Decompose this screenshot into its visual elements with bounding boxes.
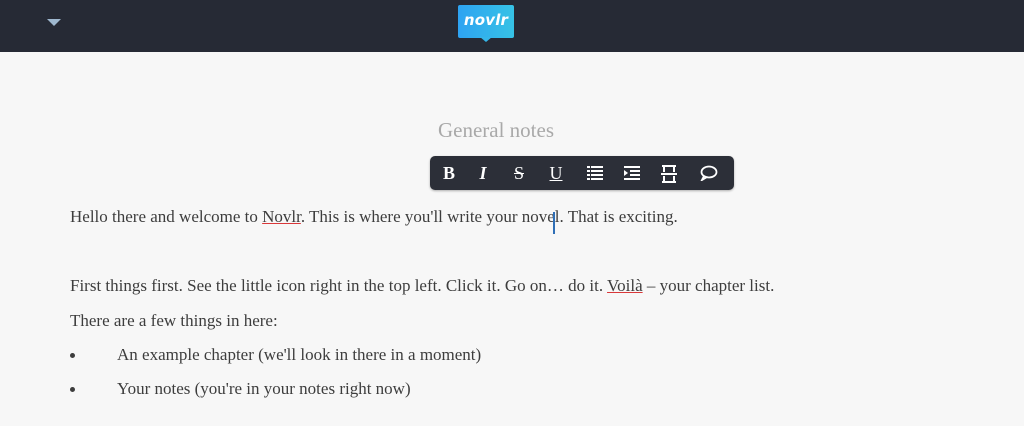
indent-button[interactable] [616, 156, 648, 190]
top-bar: novlr [0, 0, 1024, 52]
bold-icon: B [442, 163, 455, 183]
indent-icon [624, 166, 640, 180]
comment-icon [700, 165, 718, 181]
strikethrough-icon: S [513, 163, 524, 183]
chevron-down-icon[interactable] [46, 18, 62, 28]
voila-word: Voilà [607, 276, 643, 295]
strikethrough-button[interactable]: S [503, 156, 535, 190]
bold-button[interactable]: B [433, 156, 465, 190]
paragraph-first-things: First things first. See the little icon … [70, 276, 774, 296]
bullet-dot [70, 387, 78, 395]
scene-break-button[interactable] [653, 156, 685, 190]
welcome-text-end: . This is where you'll write your novel.… [300, 207, 678, 226]
text-cursor [553, 212, 555, 234]
novlr-logo[interactable]: novlr [458, 5, 514, 42]
comment-button[interactable] [692, 156, 724, 190]
chapter-list-text: – your chapter list. [642, 276, 775, 295]
underline-button[interactable]: U [540, 156, 572, 190]
bullet-dot [70, 353, 78, 361]
italic-button[interactable]: I [467, 156, 499, 190]
list-item: Your notes (you're in your notes right n… [117, 379, 411, 398]
scene-break-icon [661, 165, 677, 183]
paragraph-welcome: Hello there and welcome to Novlr. This i… [70, 207, 678, 227]
underline-icon: U [549, 163, 563, 183]
list-icon [587, 166, 603, 180]
list-button[interactable] [579, 156, 611, 190]
document-title[interactable]: General notes [0, 118, 992, 143]
welcome-text-start: Hello there and welcome to [70, 207, 263, 226]
list-item: An example chapter (we'll look in there … [117, 345, 482, 364]
logo-notch [480, 37, 492, 42]
first-things-text: First things first. See the little icon … [70, 276, 608, 295]
paragraph-few-things: There are a few things in here: [70, 311, 278, 330]
format-toolbar: B I S U [430, 156, 734, 190]
italic-icon: I [479, 163, 487, 183]
novlr-word: Novlr [262, 207, 301, 226]
logo-text: novlr [463, 11, 509, 29]
